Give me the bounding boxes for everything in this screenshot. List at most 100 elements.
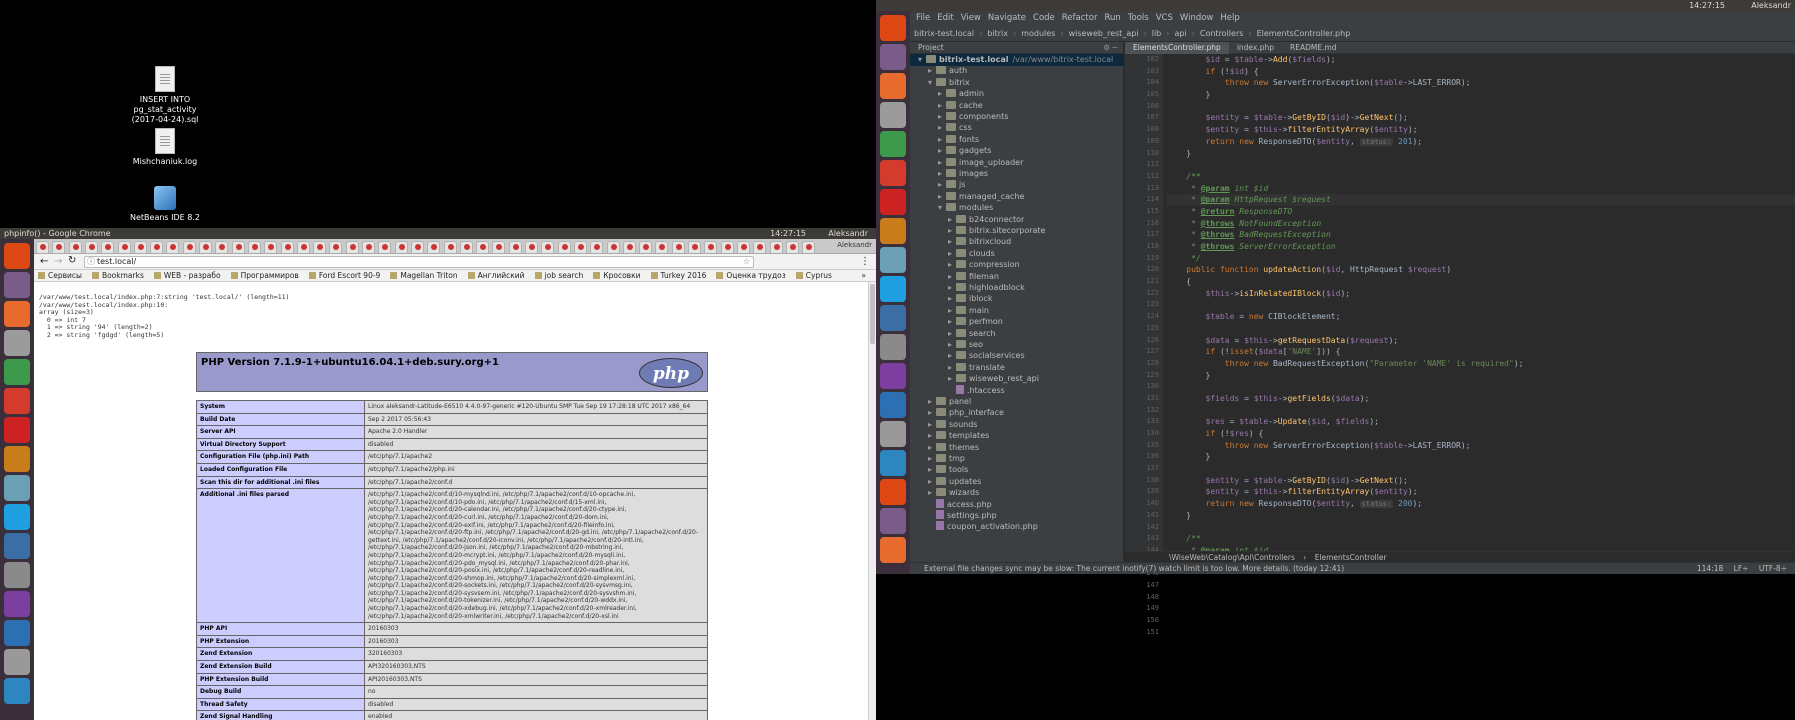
tree-folder[interactable]: ▸ cache [938, 100, 983, 112]
collapsed-arrow-icon[interactable]: ▸ [938, 100, 946, 112]
ide-menu-item[interactable]: Edit [937, 13, 953, 23]
code-line[interactable]: } [1167, 510, 1795, 522]
collapsed-arrow-icon[interactable]: ▸ [948, 362, 956, 374]
tree-folder[interactable]: ▸ images [938, 168, 988, 180]
browser-tab[interactable] [378, 241, 392, 253]
launcher-app-icon[interactable] [880, 131, 906, 157]
bookmark-item[interactable]: Сервисы [38, 270, 82, 281]
collapsed-arrow-icon[interactable]: ▸ [948, 225, 956, 237]
launcher-app-icon[interactable] [4, 446, 30, 472]
desktop-icon[interactable]: NetBeans IDE 8.2 [120, 186, 210, 223]
tree-folder[interactable]: ▸ templates [928, 430, 989, 442]
collapsed-arrow-icon[interactable]: ▸ [948, 248, 956, 260]
ide-menu-item[interactable]: File [916, 13, 930, 23]
launcher-app-icon[interactable] [4, 417, 30, 443]
browser-tab[interactable] [753, 241, 767, 253]
launcher-app-icon[interactable] [4, 359, 30, 385]
collapsed-arrow-icon[interactable]: ▸ [948, 282, 956, 294]
tree-folder[interactable]: ▸ bitrixcloud [948, 236, 1011, 248]
nav-crumb[interactable]: wiseweb_rest_api [1069, 29, 1139, 38]
code-line[interactable]: if (!isset($data['NAME'])) { [1167, 346, 1795, 358]
tree-folder[interactable]: ▸ fileman [948, 271, 999, 283]
collapsed-arrow-icon[interactable]: ▸ [948, 316, 956, 328]
browser-tab[interactable] [802, 241, 816, 253]
tree-folder[interactable]: ▸ js [938, 179, 965, 191]
launcher-app-icon[interactable] [4, 272, 30, 298]
tree-folder[interactable]: ▸ tools [928, 464, 968, 476]
code-line[interactable]: public function updateAction($id, HttpRe… [1167, 264, 1795, 276]
tree-folder[interactable]: ▸ search [948, 328, 996, 340]
launcher-app-icon[interactable] [880, 160, 906, 186]
code-line[interactable]: * @throws BadRequestException [1167, 229, 1795, 241]
browser-tab[interactable] [785, 241, 799, 253]
browser-tab[interactable] [557, 241, 571, 253]
collapsed-arrow-icon[interactable]: ▸ [938, 134, 946, 146]
code-area[interactable]: $id = $table->Add($fields); if (!$id) { … [1167, 54, 1795, 562]
collapsed-arrow-icon[interactable]: ▸ [928, 407, 936, 419]
collapsed-arrow-icon[interactable]: ▸ [928, 430, 936, 442]
launcher-app-icon[interactable] [880, 508, 906, 534]
collapsed-arrow-icon[interactable]: ▸ [948, 271, 956, 283]
code-line[interactable]: $this->isInRelatedIBlock($id); [1167, 288, 1795, 300]
browser-tab[interactable] [296, 241, 310, 253]
bookmark-item[interactable]: Turkey 2016 [651, 270, 707, 281]
profile-button[interactable]: Aleksandr [837, 241, 872, 249]
tree-folder[interactable]: ▸ b24connector [948, 214, 1024, 226]
code-line[interactable] [1167, 381, 1795, 393]
code-line[interactable]: } [1167, 89, 1795, 101]
browser-tab[interactable] [231, 241, 245, 253]
ide-menu-item[interactable]: Run [1104, 13, 1120, 23]
bookmark-item[interactable]: Ford Escort 90-9 [309, 270, 381, 281]
panel-settings-icon[interactable]: ⚙ ─ [1103, 42, 1117, 54]
code-line[interactable]: $id = $table->Add($fields); [1167, 54, 1795, 66]
code-line[interactable]: return new ResponseDTO($entity, status: … [1167, 498, 1795, 510]
reload-icon[interactable]: ↻ [68, 255, 76, 266]
tree-folder[interactable]: ▸ highloadblock [948, 282, 1025, 294]
collapsed-arrow-icon[interactable]: ▸ [948, 259, 956, 271]
browser-tab[interactable] [492, 241, 506, 253]
tree-folder[interactable]: ▸ sounds [928, 419, 977, 431]
collapsed-arrow-icon[interactable]: ▸ [948, 305, 956, 317]
tree-folder[interactable]: ▸ iblock [948, 293, 992, 305]
collapsed-arrow-icon[interactable]: ▸ [948, 236, 956, 248]
browser-tab[interactable] [590, 241, 604, 253]
desktop-icon[interactable]: INSERT INTO pg_stat_activity (2017-04-24… [120, 66, 210, 125]
nav-crumb[interactable]: bitrix [987, 29, 1008, 38]
collapsed-arrow-icon[interactable]: ▸ [938, 168, 946, 180]
tree-file[interactable]: settings.php [928, 510, 997, 522]
browser-tab[interactable] [606, 241, 620, 253]
browser-tab[interactable] [410, 241, 424, 253]
browser-tab[interactable] [150, 241, 164, 253]
code-line[interactable] [1167, 522, 1795, 534]
ide-menu-item[interactable]: VCS [1156, 13, 1173, 23]
right-panel-clock[interactable]: 14:27:15 [1689, 0, 1725, 11]
launcher-app-icon[interactable] [4, 649, 30, 675]
launcher-app-icon[interactable] [880, 102, 906, 128]
tree-folder[interactable]: ▸ admin [938, 88, 984, 100]
collapsed-arrow-icon[interactable]: ▸ [928, 65, 936, 77]
collapsed-arrow-icon[interactable]: ▸ [928, 476, 936, 488]
expanded-arrow-icon[interactable]: ▾ [928, 77, 936, 89]
browser-tab[interactable] [280, 241, 294, 253]
code-line[interactable]: { [1167, 276, 1795, 288]
bookmark-item[interactable]: Кросовки [593, 270, 640, 281]
code-line[interactable]: } [1167, 370, 1795, 382]
launcher-app-icon[interactable] [4, 475, 30, 501]
page-scrollbar[interactable] [868, 282, 876, 720]
scroll-thumb[interactable] [870, 284, 875, 344]
collapsed-arrow-icon[interactable]: ▸ [948, 293, 956, 305]
browser-tab[interactable] [133, 241, 147, 253]
ide-menu-item[interactable]: Code [1033, 13, 1055, 23]
code-line[interactable]: * @throws NotFoundException [1167, 218, 1795, 230]
launcher-app-icon[interactable] [880, 392, 906, 418]
tree-folder[interactable]: ▸ components [938, 111, 1008, 123]
browser-tab[interactable] [655, 241, 669, 253]
launcher-app-icon[interactable] [880, 247, 906, 273]
tree-folder[interactable]: ▸ socialservices [948, 350, 1025, 362]
code-line[interactable]: /** [1167, 171, 1795, 183]
launcher-app-icon[interactable] [4, 591, 30, 617]
launcher-app-icon[interactable] [880, 334, 906, 360]
collapsed-arrow-icon[interactable]: ▸ [928, 442, 936, 454]
nav-crumb[interactable]: ElementsController.php [1257, 29, 1351, 38]
launcher-app-icon[interactable] [880, 479, 906, 505]
